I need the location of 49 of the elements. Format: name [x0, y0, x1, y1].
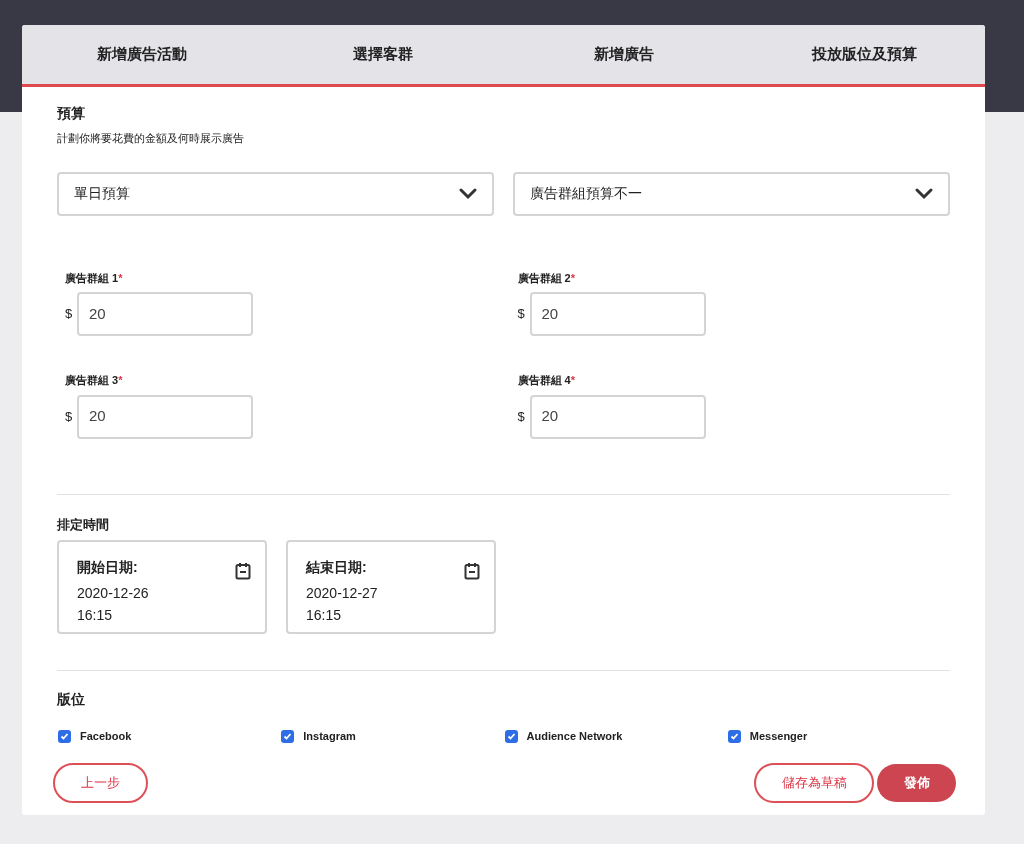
field-label: 廣告群組 2* [517, 270, 575, 286]
checkmark-icon [506, 731, 516, 741]
date-picker[interactable]: 結束日期: 2020-12-27 16:15 [286, 540, 496, 634]
section-description: 計劃你將要花費的金額及何時展示廣告 [57, 131, 244, 146]
checkbox-label: Audience Network [526, 729, 623, 744]
step-label[interactable]: 新增廣告 [503, 43, 745, 66]
select-field[interactable]: 廣告群組預算不一 [513, 171, 950, 216]
time-value: 16:15 [306, 606, 343, 625]
field-label: 廣告群組 4* [517, 373, 575, 388]
checkbox-label: Facebook [80, 729, 132, 744]
amount-field[interactable]: 20 [77, 394, 253, 439]
currency-symbol: $ [65, 305, 74, 324]
publish-button[interactable]: 發佈 [877, 763, 956, 802]
currency-symbol: $ [65, 407, 74, 426]
checkbox[interactable] [727, 729, 741, 743]
save-draft-button[interactable]: 儲存為草稿 [754, 762, 874, 803]
section-title: 排定時間 [57, 515, 109, 534]
checkmark-icon [729, 731, 739, 741]
amount-field[interactable]: 20 [529, 292, 706, 336]
section-title: 版位 [57, 690, 85, 709]
checkbox[interactable] [58, 729, 71, 743]
currency-symbol: $ [517, 407, 526, 426]
time-value: 16:15 [77, 606, 114, 625]
date-label: 開始日期: [77, 558, 139, 577]
step-label[interactable]: 新增廣告活動 [22, 43, 263, 66]
calendar-icon [235, 562, 251, 580]
checkbox[interactable] [504, 729, 518, 743]
checkmark-icon [283, 731, 293, 741]
chevron-down-icon [459, 187, 477, 200]
field-label: 廣告群組 1* [65, 270, 123, 286]
date-picker[interactable]: 開始日期: 2020-12-26 16:15 [57, 540, 267, 634]
date-value: 2020-12-26 [77, 584, 149, 603]
select-field[interactable]: 單日預算 [57, 171, 494, 216]
checkbox-label: Instagram [303, 729, 356, 744]
step-label[interactable]: 投放版位及預算 [744, 43, 985, 66]
checkbox[interactable] [281, 729, 295, 743]
checkbox-label: Messenger [749, 729, 808, 744]
calendar-icon [464, 562, 480, 580]
amount-field[interactable]: 20 [77, 292, 253, 336]
date-label: 結束日期: [306, 558, 368, 577]
step-label[interactable]: 選擇客群 [262, 43, 504, 66]
checkmark-icon [60, 731, 69, 741]
section-title: 預算 [57, 104, 85, 123]
currency-symbol: $ [517, 305, 526, 324]
amount-field[interactable]: 20 [529, 394, 706, 439]
date-value: 2020-12-27 [306, 584, 378, 603]
back-button[interactable]: 上一步 [53, 762, 148, 803]
field-label: 廣告群組 3* [65, 373, 123, 388]
chevron-down-icon [915, 187, 933, 200]
